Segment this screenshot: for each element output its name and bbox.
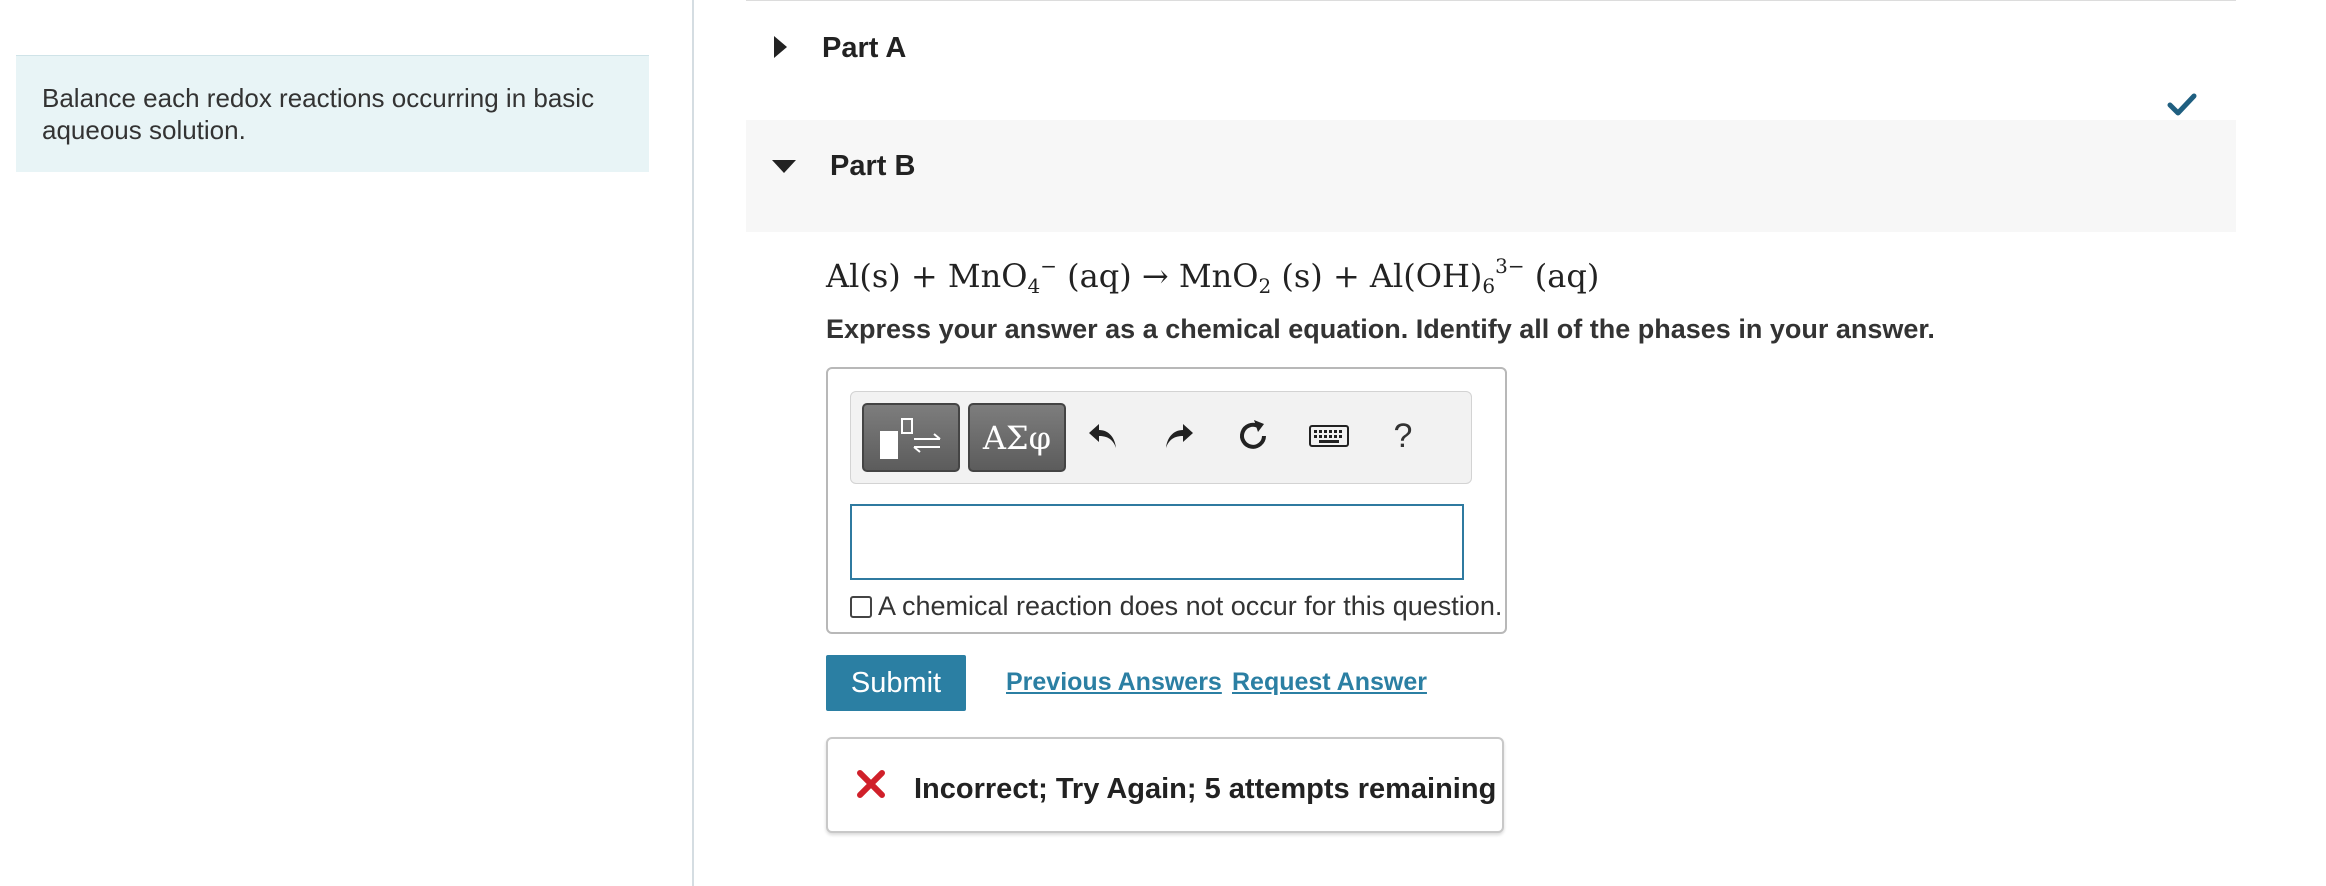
- answer-input[interactable]: [850, 504, 1464, 580]
- part-a-title[interactable]: Part A: [822, 32, 906, 65]
- redo-icon[interactable]: [1157, 414, 1201, 458]
- no-reaction-checkbox[interactable]: [850, 595, 872, 618]
- undo-icon[interactable]: [1081, 414, 1125, 458]
- submit-button[interactable]: Submit: [826, 655, 966, 711]
- part-b-title[interactable]: Part B: [830, 150, 915, 183]
- part-b-header[interactable]: Part B: [746, 120, 2236, 232]
- request-answer-link[interactable]: Request Answer: [1232, 668, 1427, 697]
- feedback-box: Incorrect; Try Again; 5 attempts remaini…: [826, 737, 1504, 833]
- template-icon: [880, 417, 941, 459]
- help-button[interactable]: ?: [1381, 414, 1425, 458]
- answer-box: ΑΣφ ? A chemical reaction does not occur…: [826, 367, 1507, 634]
- equation-toolbar: ΑΣφ ?: [850, 391, 1472, 484]
- greek-symbols-button[interactable]: ΑΣφ: [968, 403, 1066, 472]
- reaction-equation: Al(s) + MnO4− (aq) → MnO2 (s) + Al(OH)63…: [826, 254, 1600, 298]
- previous-answers-link[interactable]: Previous Answers: [1006, 668, 1222, 697]
- top-divider: [746, 0, 2236, 1]
- expand-triangle-icon[interactable]: [774, 36, 787, 58]
- collapse-triangle-icon[interactable]: [772, 160, 796, 173]
- template-button[interactable]: [862, 403, 960, 472]
- intro-text: Balance each redox reactions occurring i…: [42, 83, 595, 145]
- answer-instruction: Express your answer as a chemical equati…: [826, 314, 1935, 344]
- x-icon: [857, 770, 885, 798]
- checkmark-icon: [2167, 93, 2197, 116]
- keyboard-icon[interactable]: [1307, 414, 1351, 458]
- problem-intro: Balance each redox reactions occurring i…: [16, 55, 649, 172]
- no-reaction-label[interactable]: A chemical reaction does not occur for t…: [878, 591, 1502, 622]
- column-divider: [692, 0, 694, 886]
- feedback-text: Incorrect; Try Again; 5 attempts remaini…: [914, 773, 1497, 805]
- no-reaction-option[interactable]: A chemical reaction does not occur for t…: [850, 591, 1502, 622]
- part-a-header[interactable]: Part A: [746, 10, 2236, 116]
- reset-icon[interactable]: [1231, 414, 1275, 458]
